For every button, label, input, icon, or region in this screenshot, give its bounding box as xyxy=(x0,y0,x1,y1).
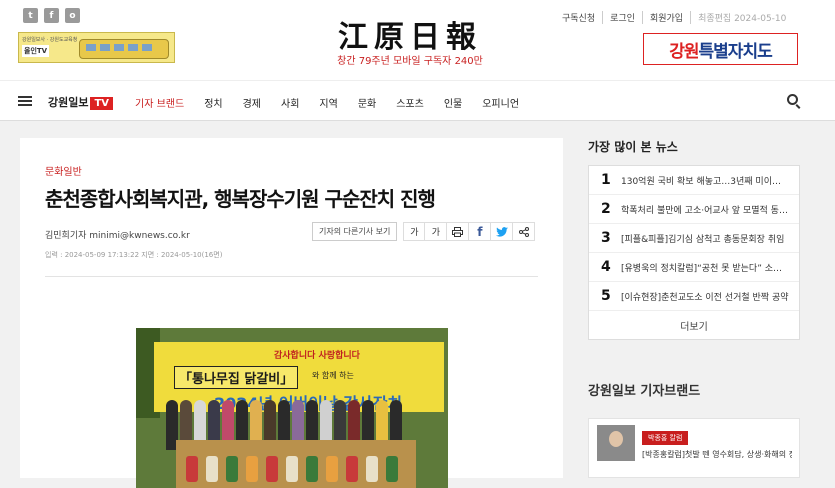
sidebar: 가장 많이 본 뉴스 1 130억원 국비 확보 해놓고…3년째 미이뤄진 사업… xyxy=(588,130,800,478)
article-meta: 입력 : 2024-05-09 17:13:22 지면 : 2024-05-10… xyxy=(45,251,223,259)
facebook-share-icon[interactable]: f xyxy=(469,222,492,241)
list-item-title[interactable]: [유병욱의 정치칼럼]“공천 못 받는다” 소문에 xyxy=(621,261,789,274)
column-tag: 박종홍 칼럼 xyxy=(642,431,689,445)
search-icon[interactable] xyxy=(787,94,798,105)
list-item-title[interactable]: [피플&피플]김기심 삼척고 총동문회장 취임 xyxy=(621,232,789,245)
rank-number: 5 xyxy=(601,288,611,304)
facebook-icon[interactable]: f xyxy=(44,8,59,23)
rank-number: 2 xyxy=(601,201,611,217)
popular-list: 1 130억원 국비 확보 해놓고…3년째 미이뤄진 사업 2 학폭처리 불만에… xyxy=(588,165,800,340)
twitter-share-icon[interactable] xyxy=(491,222,514,241)
party-table xyxy=(176,440,416,488)
nav-item-politics[interactable]: 정치 xyxy=(204,95,222,110)
ad-small-text: 강원일보사 · 강원도교육청 xyxy=(22,37,78,43)
utility-links: 구독신청 로그인 회원가입 최종편집 2024-05-10 xyxy=(562,11,793,24)
list-item-title[interactable]: 학폭처리 불만에 고소·어교사 앞 모멸적 동영상 xyxy=(621,203,789,216)
nav-item-economy[interactable]: 경제 xyxy=(243,95,261,110)
avatar xyxy=(597,425,635,461)
join-link[interactable]: 회원가입 xyxy=(641,11,690,24)
rank-number: 1 xyxy=(601,172,611,188)
twitter-icon[interactable]: t xyxy=(23,8,38,23)
font-smaller-button[interactable]: 가 xyxy=(403,222,426,241)
list-item-title[interactable]: 130억원 국비 확보 해놓고…3년째 미이뤄진 사업 xyxy=(621,174,789,187)
bus-illustration xyxy=(79,39,169,59)
reporter-brand-title[interactable]: 강원일보 기자브랜드 xyxy=(588,380,700,399)
instagram-icon[interactable]: o xyxy=(65,8,80,23)
main-nav: 강원일보 TV 기자 브랜드 정치 경제 사회 지역 문화 스포츠 인물 오피니언 xyxy=(0,80,835,121)
list-item[interactable]: 1 130억원 국비 확보 해놓고…3년째 미이뤄진 사업 xyxy=(589,166,799,195)
list-item[interactable]: 4 [유병욱의 정치칼럼]“공천 못 받는다” 소문에 xyxy=(589,253,799,282)
banner-with: 와 함께 하는 xyxy=(312,371,354,380)
nav-item-people[interactable]: 인물 xyxy=(444,95,462,110)
popular-title: 가장 많이 본 뉴스 xyxy=(588,140,678,154)
more-button[interactable]: 더보기 xyxy=(589,311,799,339)
article-title: 춘천종합사회복지관, 행복장수기원 구순잔치 진행 xyxy=(45,187,436,211)
column-headline[interactable]: [박종홍칼럼]첫발 뗀 영수회담, 상생·화해의 정치 xyxy=(642,449,792,460)
banner-greeting: 감사합니다 사랑합니다 xyxy=(274,351,360,361)
article-section[interactable]: 문화일반 xyxy=(45,163,82,178)
nav-item-sports[interactable]: 스포츠 xyxy=(396,95,424,110)
nav-brand[interactable]: 강원일보 TV xyxy=(48,94,114,110)
divider xyxy=(45,276,538,277)
share-icon[interactable] xyxy=(513,222,536,241)
font-larger-button[interactable]: 가 xyxy=(425,222,448,241)
site-tagline: 창간 79주년 모바일 구독자 240만 xyxy=(337,56,483,67)
article-byline: 김민희기자 minimi@kwnews.co.kr xyxy=(45,231,190,241)
rank-number: 4 xyxy=(601,259,611,275)
article-tools: 기자의 다른기사 보기 가 가 f xyxy=(312,222,536,241)
print-icon[interactable] xyxy=(447,222,470,241)
nav-brand-name: 강원일보 xyxy=(48,96,89,109)
banner-ad-right[interactable]: 강원 특별자치도 xyxy=(643,33,798,65)
social-links: t f o xyxy=(23,8,80,23)
last-updated: 최종편집 2024-05-10 xyxy=(690,11,793,24)
article-photo[interactable]: 감사합니다 사랑합니다 「통나무집 닭갈비」 와 함께 하는 2024년 어버이… xyxy=(136,328,448,488)
list-item[interactable]: 3 [피플&피플]김기심 삼척고 총동문회장 취임 xyxy=(589,224,799,253)
nav-item-culture[interactable]: 문화 xyxy=(358,95,376,110)
nav-item-region[interactable]: 지역 xyxy=(319,95,337,110)
nav-menu: 기자 브랜드 정치 경제 사회 지역 문화 스포츠 인물 오피니언 xyxy=(135,95,539,110)
nav-brand-tv: TV xyxy=(90,97,114,110)
nav-item-reporter-brand[interactable]: 기자 브랜드 xyxy=(135,95,184,110)
login-link[interactable]: 로그인 xyxy=(602,11,642,24)
site-logo[interactable]: 江原日報 xyxy=(315,12,505,56)
banner-ad-left[interactable]: 강원일보사 · 강원도교육청 올인TV xyxy=(18,32,175,63)
site-header: t f o 강원일보사 · 강원도교육청 올인TV 江原日報 창간 79주년 모… xyxy=(0,0,835,80)
banner-sponsor: 「통나무집 닭갈비」 xyxy=(174,366,299,389)
nav-item-opinion[interactable]: 오피니언 xyxy=(482,95,519,110)
subscribe-link[interactable]: 구독신청 xyxy=(562,11,602,24)
ad-right-rest: 특별자치도 xyxy=(698,41,773,62)
other-articles-button[interactable]: 기자의 다른기사 보기 xyxy=(312,222,398,241)
ad-tag: 올인TV xyxy=(22,45,50,57)
nav-item-society[interactable]: 사회 xyxy=(281,95,299,110)
reporter-card[interactable]: 박종홍 칼럼 [박종홍칼럼]첫발 뗀 영수회담, 상생·화해의 정치 xyxy=(588,418,800,478)
ad-right-lead: 강원 xyxy=(669,41,699,62)
article-panel: 문화일반 춘천종합사회복지관, 행복장수기원 구순잔치 진행 김민희기자 min… xyxy=(20,138,563,488)
list-item[interactable]: 2 학폭처리 불만에 고소·어교사 앞 모멸적 동영상 xyxy=(589,195,799,224)
rank-number: 3 xyxy=(601,230,611,246)
list-item-title[interactable]: [이슈현장]춘천교도소 이전 선거철 반짝 공약 xyxy=(621,290,789,303)
list-item[interactable]: 5 [이슈현장]춘천교도소 이전 선거철 반짝 공약 xyxy=(589,282,799,311)
menu-icon[interactable] xyxy=(18,96,32,106)
